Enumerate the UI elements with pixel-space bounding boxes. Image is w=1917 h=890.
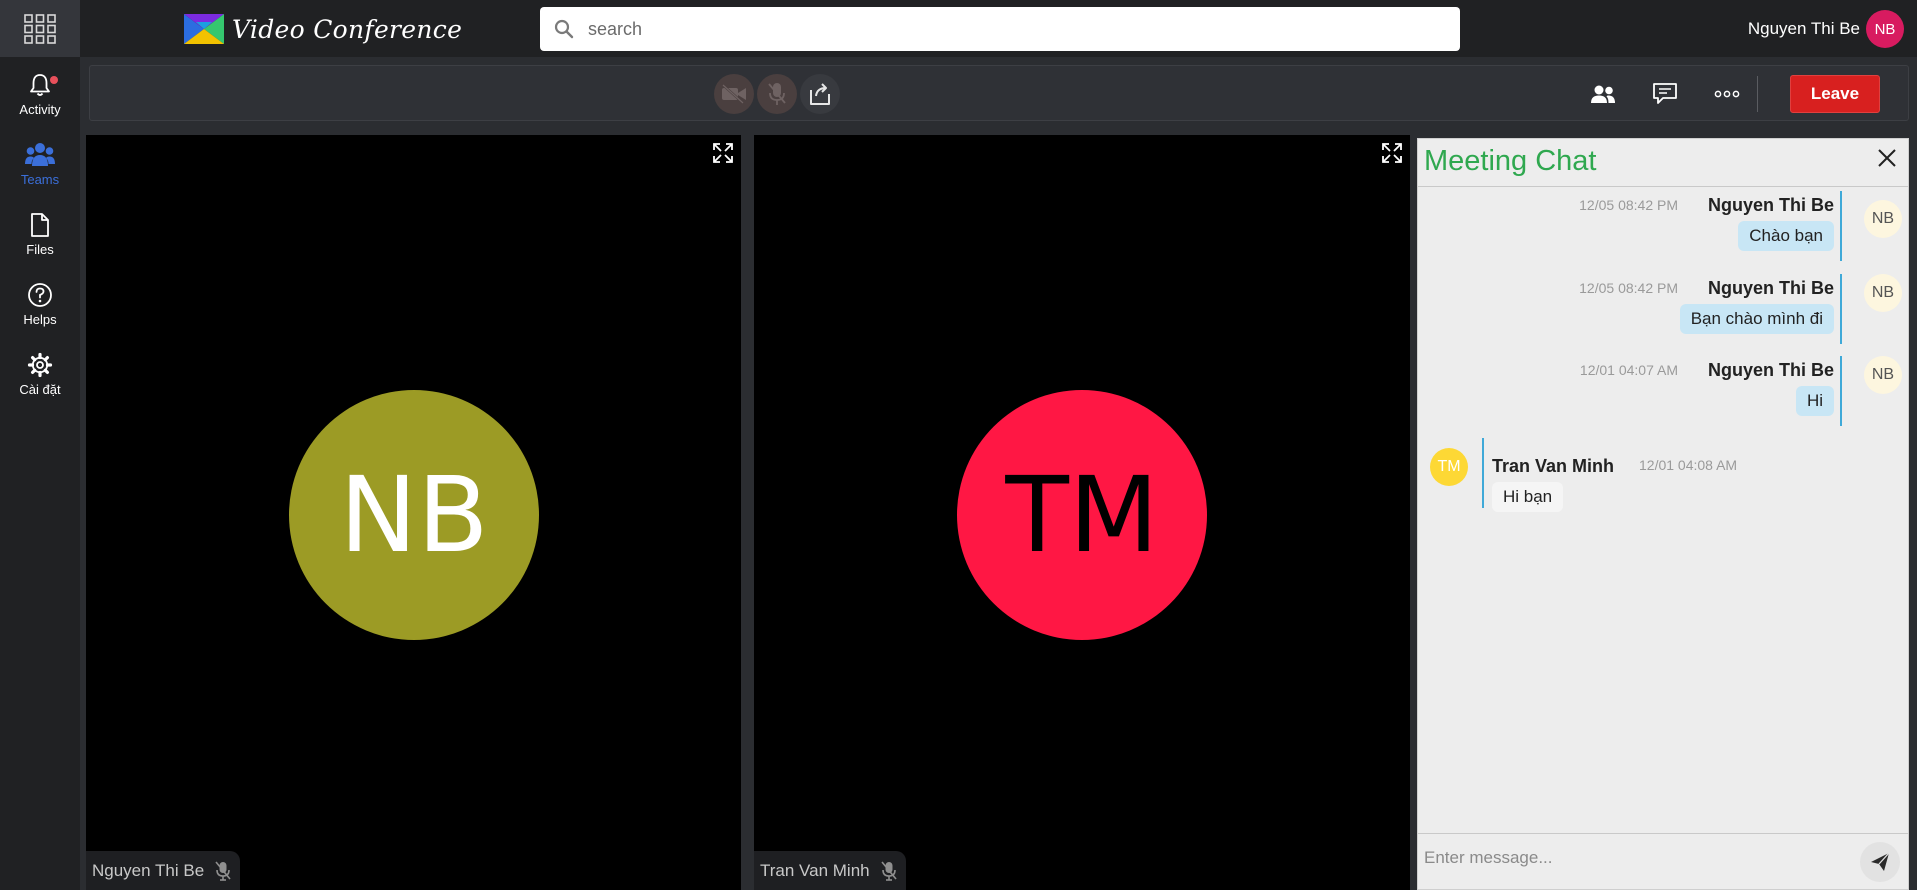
participant-tile[interactable]: NB Nguyen Thi Be [86,135,741,890]
message-bubble: Hi bạn [1492,482,1564,512]
search-icon [554,19,574,39]
message-avatar-initials: NB [1871,210,1895,227]
participant-avatar: TM [957,390,1207,640]
message-bubble: Chào bạn [1738,221,1834,251]
chat-title: Meeting Chat [1424,145,1597,177]
message-avatar: TM [1430,448,1468,486]
message-sender: Nguyen Thi Be [1707,360,1834,380]
mic-toggle-button[interactable] [757,74,797,114]
notification-dot [50,76,58,84]
mic-off-icon [880,860,897,881]
more-icon [1714,90,1740,98]
user-avatar-initials: NB [1874,20,1896,38]
grid-icon [24,13,56,44]
chat-header: Meeting Chat [1418,139,1908,187]
message-time: 12/05 08:42 PM [1579,197,1678,213]
app-launcher-button[interactable] [0,0,80,57]
message-accent-bar [1482,438,1484,508]
camera-toggle-button[interactable] [714,74,754,114]
gear-icon [27,352,53,377]
teams-icon [25,142,55,166]
participant-name-tag: Nguyen Thi Be [86,851,241,890]
chat-message: 12/05 08:42 PM Nguyen Thi Be Chào bạn NB [1418,191,1908,267]
message-bubble: Hi [1795,386,1834,416]
expand-icon [713,143,733,163]
message-avatar-initials: NB [1871,284,1895,301]
participant-name: Tran Van Minh [760,860,870,880]
message-avatar-initials: TM [1437,458,1461,475]
sidebar-item-label: Cài đặt [19,381,61,397]
participant-name: Nguyen Thi Be [92,860,205,880]
message-avatar: NB [1864,274,1902,312]
sidebar-item-label: Activity [19,101,61,117]
sidebar-item-label: Helps [23,311,57,327]
sidebar-item-helps[interactable]: Helps [0,273,80,335]
share-screen-icon [810,83,830,105]
message-input[interactable] [1424,838,1844,878]
search-bar[interactable] [540,7,1460,51]
expand-icon [1382,143,1402,163]
message-accent-bar [1840,274,1842,344]
message-sender: Tran Van Minh [1492,456,1615,476]
participants-button[interactable] [1583,74,1623,114]
chat-message: 12/05 08:42 PM Nguyen Thi Be Bạn chào mì… [1418,274,1908,350]
sidebar-item-activity[interactable]: Activity [0,63,80,125]
left-sidebar: Activity Teams Files Helps Cài đặt [0,57,80,890]
leave-button[interactable]: Leave [1790,75,1880,113]
send-icon [1871,852,1890,871]
mic-off-icon [215,860,231,881]
search-input[interactable] [588,18,1448,40]
message-time: 12/01 04:08 AM [1639,457,1738,473]
message-time: 12/01 04:07 AM [1579,362,1678,378]
send-button[interactable] [1860,842,1900,882]
app-logo[interactable]: Video Conference [184,12,462,46]
message-avatar: NB [1864,200,1902,238]
app-title: Video Conference [232,14,463,44]
message-accent-bar [1840,191,1842,261]
meeting-chat-panel: Meeting Chat 12/05 08:42 PM Nguyen Thi B… [1417,138,1909,890]
chat-icon [1653,83,1677,104]
message-accent-bar [1840,356,1842,426]
logo-icon [184,14,224,44]
sidebar-item-files[interactable]: Files [0,203,80,265]
user-avatar[interactable]: NB [1866,10,1904,48]
controls-divider [1757,76,1758,112]
chat-message: TM Tran Van Minh 12/01 04:08 AM Hi bạn [1418,438,1908,514]
user-menu[interactable]: Nguyen Thi Be NB [1748,10,1904,48]
file-icon [31,212,49,237]
people-icon [1591,85,1615,103]
help-icon [28,282,52,307]
participant-avatar: NB [289,390,539,640]
close-icon [1878,149,1896,167]
chat-composer [1418,833,1908,889]
participant-initials: NB [339,454,489,576]
participant-initials: TM [1005,454,1159,576]
more-options-button[interactable] [1707,74,1747,114]
sidebar-item-label: Teams [20,171,60,187]
mic-off-icon [768,83,786,105]
camera-off-icon [722,84,746,104]
bell-icon [30,73,50,96]
participant-name-tag: Tran Van Minh [754,851,906,890]
message-sender: Nguyen Thi Be [1707,195,1834,215]
fullscreen-button[interactable] [1378,139,1406,167]
message-time: 12/05 08:42 PM [1579,280,1678,296]
share-screen-button[interactable] [800,74,840,114]
sidebar-item-label: Files [26,241,54,257]
fullscreen-button[interactable] [709,139,737,167]
user-name: Nguyen Thi Be [1747,19,1860,38]
top-bar: Video Conference Nguyen Thi Be NB [0,0,1917,57]
message-bubble: Bạn chào mình đi [1679,304,1834,334]
chat-toggle-button[interactable] [1645,74,1685,114]
close-chat-button[interactable] [1874,145,1900,171]
message-sender: Nguyen Thi Be [1707,278,1834,298]
message-avatar-initials: NB [1871,366,1895,383]
message-avatar: NB [1864,356,1902,394]
participant-tile[interactable]: TM Tran Van Minh [754,135,1410,890]
sidebar-item-settings[interactable]: Cài đặt [0,343,80,405]
call-controls-bar: Leave [89,65,1909,121]
sidebar-item-teams[interactable]: Teams [0,133,80,195]
chat-message: 12/01 04:07 AM Nguyen Thi Be Hi NB [1418,356,1908,432]
